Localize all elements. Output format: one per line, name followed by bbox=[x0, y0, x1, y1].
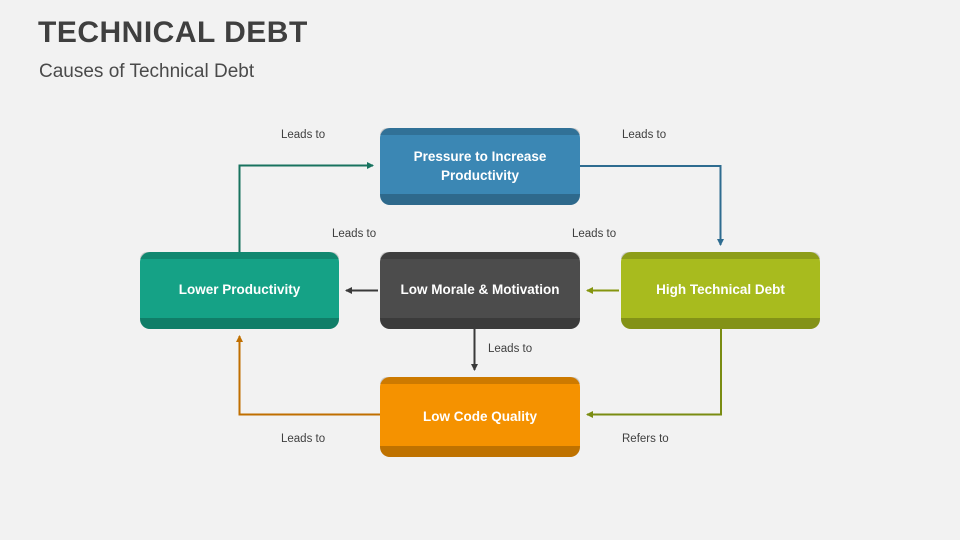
edge-label-hightechnicaldebt-to-lowcodequality: Refers to bbox=[622, 433, 669, 445]
edge-label-lowmorale-to-lowcodequality: Leads to bbox=[488, 343, 533, 355]
node-pressure-to-increase-productivity[interactable]: Pressure to Increase Productivity bbox=[380, 128, 580, 205]
node-label: Low Morale & Motivation bbox=[400, 282, 560, 298]
node-label: High Technical Debt bbox=[656, 282, 785, 298]
node-high-technical-debt[interactable]: High Technical Debt bbox=[621, 252, 820, 329]
node-lower-productivity[interactable]: Lower Productivity bbox=[140, 252, 339, 329]
node-label: Pressure to Increase Productivity bbox=[413, 149, 547, 183]
technical-debt-diagram: Pressure to Increase Productivity Lower … bbox=[0, 0, 960, 540]
arrow-hightechnicaldebt-to-lowcodequality bbox=[586, 329, 722, 418]
arrow-lowcodequality-to-lowerproductivity bbox=[236, 335, 380, 416]
node-label: Lower Productivity bbox=[178, 282, 301, 298]
node-label: Low Code Quality bbox=[422, 408, 537, 424]
edge-label-lowmorale-to-lowerproductivity: Leads to bbox=[332, 228, 377, 240]
edge-label-lowerproductivity-to-pressure: Leads to bbox=[281, 129, 326, 141]
edge-label-hightechnicaldebt-to-lowmorale: Leads to bbox=[572, 228, 617, 240]
slide-canvas: TECHNICAL DEBT Causes of Technical Debt bbox=[0, 0, 960, 540]
node-low-morale-motivation[interactable]: Low Morale & Motivation bbox=[380, 252, 580, 329]
edge-label-pressure-to-hightechnicaldebt: Leads to bbox=[622, 129, 667, 141]
node-low-code-quality[interactable]: Low Code Quality bbox=[380, 377, 580, 457]
edge-label-lowcodequality-to-lowerproductivity: Leads to bbox=[281, 433, 326, 445]
